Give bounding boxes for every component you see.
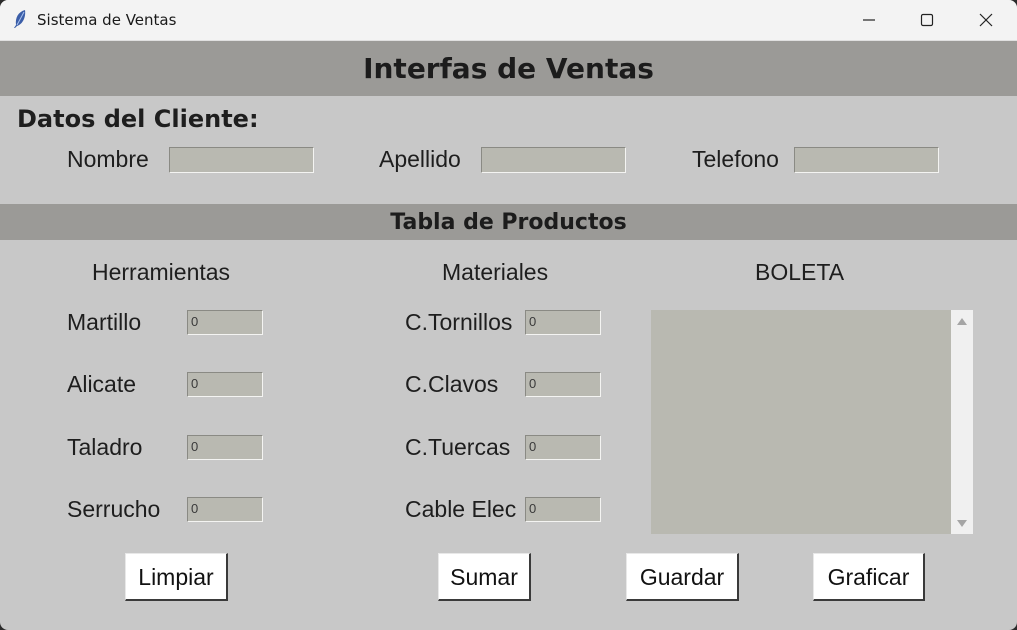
page-title: Interfas de Ventas: [0, 41, 1017, 96]
limpiar-button[interactable]: Limpiar: [125, 553, 228, 601]
graficar-button[interactable]: Graficar: [813, 553, 925, 601]
martillo-field[interactable]: 0: [187, 310, 263, 335]
telefono-field[interactable]: [794, 147, 939, 173]
maximize-button[interactable]: [898, 0, 956, 40]
tuercas-field[interactable]: 0: [525, 435, 601, 460]
scrollbar-arrows-icon: [957, 318, 967, 527]
apellido-label: Apellido: [379, 146, 461, 172]
minimize-button[interactable]: [840, 0, 898, 40]
alicate-field[interactable]: 0: [187, 372, 263, 397]
boleta-scrollbar[interactable]: [951, 310, 973, 534]
herramientas-title: Herramientas: [92, 259, 231, 285]
cable-field[interactable]: 0: [525, 497, 601, 522]
cliente-section-title: Datos del Cliente:: [17, 105, 259, 133]
boleta-title: BOLETA: [755, 259, 845, 285]
minimize-icon: [863, 19, 875, 21]
alicate-label: Alicate: [67, 371, 137, 397]
maximize-icon: [920, 13, 934, 27]
boleta-textarea[interactable]: [651, 310, 951, 534]
productos-section-title: Tabla de Productos: [0, 204, 1017, 240]
window-title: Sistema de Ventas: [37, 11, 177, 29]
taladro-field[interactable]: 0: [187, 435, 263, 460]
materiales-title: Materiales: [442, 259, 549, 285]
serrucho-field[interactable]: 0: [187, 497, 263, 522]
guardar-button[interactable]: Guardar: [626, 553, 739, 601]
close-button[interactable]: [957, 0, 1015, 40]
close-icon: [979, 13, 993, 27]
serrucho-label: Serrucho: [67, 496, 161, 522]
app-window: Sistema de Ventas Interfas de Ventas Dat…: [0, 0, 1017, 630]
apellido-field[interactable]: [481, 147, 626, 173]
clavos-field[interactable]: 0: [525, 372, 601, 397]
taladro-label: Taladro: [67, 434, 143, 460]
tuercas-label: C.Tuercas: [405, 434, 511, 460]
telefono-label: Telefono: [692, 146, 779, 172]
feather-icon: [14, 10, 26, 28]
title-bar[interactable]: Sistema de Ventas: [0, 0, 1017, 41]
sumar-button[interactable]: Sumar: [438, 553, 531, 601]
clavos-label: C.Clavos: [405, 371, 499, 397]
martillo-label: Martillo: [67, 309, 142, 335]
tornillos-field[interactable]: 0: [525, 310, 601, 335]
nombre-label: Nombre: [67, 146, 149, 172]
cable-label: Cable Elec: [405, 496, 517, 522]
nombre-field[interactable]: [169, 147, 314, 173]
tornillos-label: C.Tornillos: [405, 309, 513, 335]
